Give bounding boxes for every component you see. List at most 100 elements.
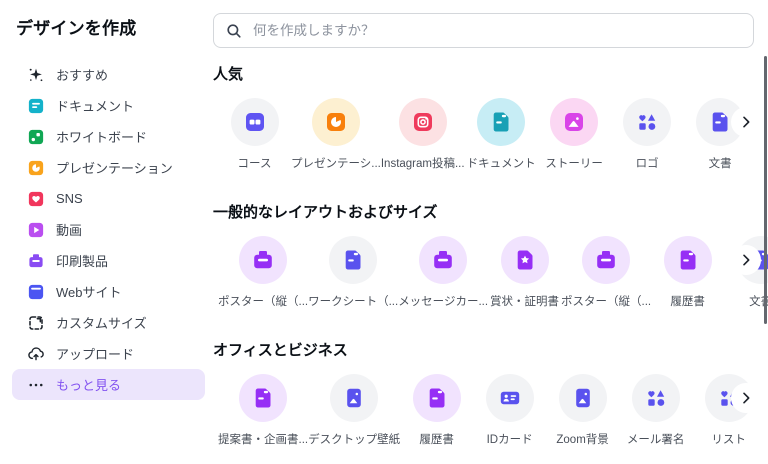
scroll-right-button[interactable]	[731, 245, 761, 275]
instagram-icon	[399, 98, 447, 146]
sidebar-item-印刷製品[interactable]: 印刷製品	[12, 245, 205, 276]
document-icon	[664, 236, 712, 284]
section-items-row: コース プレゼンテーシ...Instagram投稿...ドキュメントストーリー ロゴ…	[213, 98, 768, 171]
sidebar-item-カスタムサイズ[interactable]: カスタムサイズ	[12, 307, 205, 338]
document-icon	[477, 98, 525, 146]
sidebar-nav: おすすめドキュメントホワイトボードプレゼンテーション SNS 動画印刷製品 Webサイ…	[12, 59, 205, 400]
design-type-Zoom背景[interactable]: Zoom背景	[546, 374, 619, 447]
main-content: 人気コース プレゼンテーシ...Instagram投稿...ドキュメントストーリー…	[213, 0, 768, 464]
certificate-icon	[501, 236, 549, 284]
design-type-ドキュメント[interactable]: ドキュメント	[465, 98, 538, 171]
sidebar-item-label: プレゼンテーション	[56, 158, 173, 177]
sparkle-icon	[27, 66, 45, 84]
sidebar-item-label: 動画	[56, 220, 82, 239]
design-type-label: 履歴書	[670, 293, 705, 309]
search-bar[interactable]	[213, 13, 754, 48]
section-人気: 人気コース プレゼンテーシ...Instagram投稿...ドキュメントストーリー…	[213, 66, 768, 171]
section-title: 一般的なレイアウトおよびサイズ	[213, 204, 768, 222]
website-icon	[27, 283, 45, 301]
design-type-ワークシート（...[interactable]: ワークシート（...	[308, 236, 398, 309]
design-type-label: Zoom背景	[556, 431, 608, 447]
design-type-label: ドキュメント	[467, 155, 536, 171]
sidebar-item-ドキュメント[interactable]: ドキュメント	[12, 90, 205, 121]
sidebar-item-label: Webサイト	[56, 282, 122, 301]
app-root: デザインを作成 おすすめドキュメントホワイトボードプレゼンテーションSNS動画印…	[0, 0, 768, 464]
page-title: デザインを作成	[16, 14, 213, 39]
sidebar-item-もっと見る[interactable]: もっと見る	[12, 369, 205, 400]
sections-container: 人気コース プレゼンテーシ...Instagram投稿...ドキュメントストーリー…	[213, 66, 768, 447]
section-title: 人気	[213, 66, 768, 84]
sidebar-item-Webサイト[interactable]: Webサイト	[12, 276, 205, 307]
sidebar-item-動画[interactable]: 動画	[12, 214, 205, 245]
presentation-icon	[27, 159, 45, 177]
course-icon	[231, 98, 279, 146]
design-type-label: ワークシート（...	[308, 293, 398, 309]
video-icon	[27, 221, 45, 239]
section-items-row: 提案書・企画書...デスクトップ壁紙 履歴書 IDカード Zoom背景メール署名リスト	[213, 374, 768, 447]
design-type-label: 提案書・企画書...	[218, 431, 308, 447]
sidebar-item-アップロード[interactable]: アップロード	[12, 338, 205, 369]
sidebar-item-SNS[interactable]: SNS	[12, 183, 205, 214]
upload-icon	[27, 345, 45, 363]
printer-icon	[582, 236, 630, 284]
design-type-履歴書[interactable]: 履歴書	[651, 236, 724, 309]
image-icon	[550, 98, 598, 146]
section-オフィスとビジネス: オフィスとビジネス提案書・企画書...デスクトップ壁紙履歴書IDカードZoom背…	[213, 342, 768, 447]
design-type-label: デスクトップ壁紙	[308, 431, 400, 447]
design-type-賞状・証明書[interactable]: 賞状・証明書	[488, 236, 561, 309]
design-type-label: コース	[238, 155, 272, 171]
design-type-label: 賞状・証明書	[490, 293, 559, 309]
scroll-right-button[interactable]	[731, 383, 761, 413]
design-type-ロゴ[interactable]: ロゴ	[611, 98, 684, 171]
design-type-メッセージカー...[interactable]: メッセージカー...	[398, 236, 488, 309]
printer-icon	[239, 236, 287, 284]
design-type-コース[interactable]: コース	[218, 98, 291, 171]
design-type-ポスター（縦（...[interactable]: ポスター（縦（...	[218, 236, 308, 309]
shapes-icon	[623, 98, 671, 146]
section-一般的なレイアウトおよびサイズ: 一般的なレイアウトおよびサイズポスター（縦（...ワークシート（...メッセージ…	[213, 204, 768, 309]
shapes-icon	[632, 374, 680, 422]
design-type-label: ポスター（縦（...	[561, 293, 651, 309]
document-icon	[329, 236, 377, 284]
printer-icon	[27, 252, 45, 270]
ellipsis-icon	[27, 376, 45, 394]
design-type-履歴書[interactable]: 履歴書	[400, 374, 473, 447]
pie-chart-icon	[312, 98, 360, 146]
idcard-icon	[486, 374, 534, 422]
design-type-label: IDカード	[487, 431, 533, 447]
design-type-IDカード[interactable]: IDカード	[473, 374, 546, 447]
design-type-提案書・企画書...[interactable]: 提案書・企画書...	[218, 374, 308, 447]
design-type-label: 文書	[709, 155, 732, 171]
wallpaper-icon	[559, 374, 607, 422]
design-type-label: 履歴書	[419, 431, 454, 447]
design-type-メール署名[interactable]: メール署名	[619, 374, 692, 447]
design-type-ストーリー[interactable]: ストーリー	[538, 98, 611, 171]
design-type-label: リスト	[711, 431, 746, 447]
scroll-right-button[interactable]	[731, 107, 761, 137]
design-type-label: ポスター（縦（...	[218, 293, 308, 309]
design-type-label: プレゼンテーシ...	[291, 155, 381, 171]
design-type-label: メッセージカー...	[398, 293, 488, 309]
sns-icon	[27, 190, 45, 208]
design-type-label: ストーリー	[545, 155, 603, 171]
sidebar-item-label: カスタムサイズ	[56, 313, 147, 332]
design-type-Instagram投稿...[interactable]: Instagram投稿...	[381, 98, 465, 171]
sidebar-item-プレゼンテーション[interactable]: プレゼンテーション	[12, 152, 205, 183]
search-input[interactable]	[251, 22, 753, 39]
design-type-デスクトップ壁紙[interactable]: デスクトップ壁紙	[308, 374, 400, 447]
sidebar-item-おすすめ[interactable]: おすすめ	[12, 59, 205, 90]
sidebar: デザインを作成 おすすめドキュメントホワイトボードプレゼンテーション SNS 動画印…	[0, 0, 213, 464]
sidebar-item-ホワイトボード[interactable]: ホワイトボード	[12, 121, 205, 152]
design-type-label: Instagram投稿...	[381, 155, 465, 171]
wallpaper-icon	[330, 374, 378, 422]
scrollbar-thumb[interactable]	[764, 56, 767, 324]
custom-size-icon	[27, 314, 45, 332]
design-type-プレゼンテーシ...[interactable]: プレゼンテーシ...	[291, 98, 381, 171]
design-type-label: ロゴ	[636, 155, 659, 171]
whiteboard-icon	[27, 128, 45, 146]
sidebar-item-label: 印刷製品	[56, 251, 108, 270]
sidebar-item-label: ドキュメント	[56, 96, 134, 115]
section-items-row: ポスター（縦（...ワークシート（...メッセージカー...賞状・証明書ポスター…	[213, 236, 768, 309]
search-icon	[225, 22, 243, 40]
design-type-ポスター（縦（...[interactable]: ポスター（縦（...	[561, 236, 651, 309]
